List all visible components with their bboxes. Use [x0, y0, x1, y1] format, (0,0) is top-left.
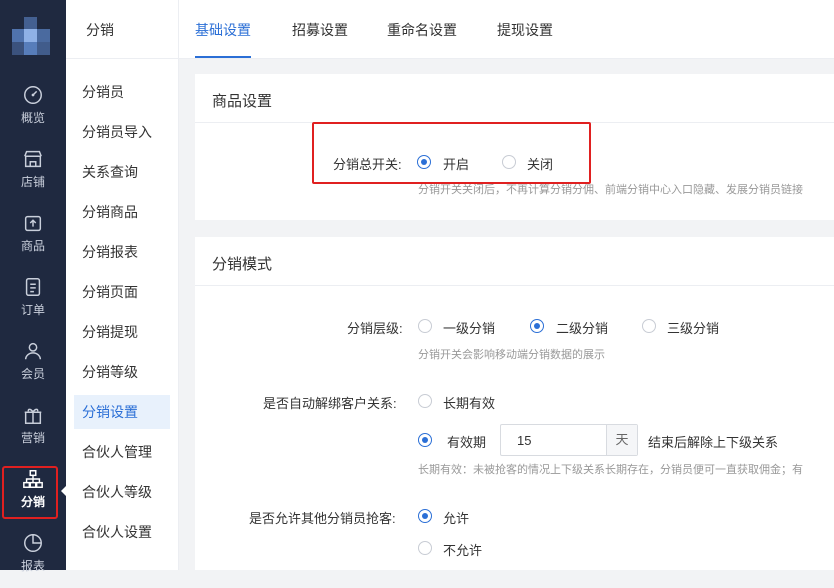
rail-item-overview[interactable]: 概览 — [0, 84, 66, 140]
submenu-item[interactable]: 分销员导入 — [74, 115, 170, 149]
submenu-item[interactable]: 分销报表 — [74, 235, 170, 269]
order-icon — [25, 278, 41, 296]
submenu-item[interactable]: 分销等级 — [74, 355, 170, 389]
tab-withdraw-settings[interactable]: 提现设置 — [497, 20, 553, 40]
submenu-item[interactable]: 合伙人管理 — [74, 435, 170, 469]
tab-recruit-settings[interactable]: 招募设置 — [292, 20, 348, 40]
divider — [195, 285, 834, 286]
unbind-period-label[interactable]: 有效期 — [447, 432, 486, 451]
rail-item-goods[interactable]: 商品 — [0, 212, 66, 268]
report-icon — [24, 534, 42, 552]
rail-label: 概览 — [20, 111, 45, 125]
unbind-label: 是否自动解绑客户关系: — [263, 396, 397, 411]
rail-label: 店铺 — [20, 175, 45, 189]
rail-label: 营销 — [20, 431, 45, 445]
dashboard-icon — [24, 86, 42, 104]
submenu-item[interactable]: 合伙人等级 — [74, 475, 170, 509]
member-icon — [24, 342, 42, 360]
grab-deny-radio[interactable] — [418, 541, 432, 555]
rail-item-member[interactable]: 会员 — [0, 340, 66, 396]
active-tab-underline — [195, 56, 251, 58]
gift-icon — [24, 408, 42, 424]
grab-deny-label[interactable]: 不允许 — [443, 540, 482, 559]
submenu: 分销 分销员 分销员导入 关系查询 分销商品 分销报表 分销页面 分销提现 分销… — [66, 0, 179, 570]
grab-allow-label[interactable]: 允许 — [443, 508, 469, 527]
store-icon — [24, 150, 42, 168]
goods-icon — [24, 215, 42, 232]
level-1-radio[interactable] — [418, 319, 432, 333]
submenu-item[interactable]: 分销提现 — [74, 315, 170, 349]
rail-label: 会员 — [20, 367, 45, 381]
grab-label: 是否允许其他分销员抢客: — [249, 511, 396, 526]
submenu-title: 分销 — [86, 22, 114, 38]
period-days-input[interactable]: 15 天 — [500, 424, 638, 456]
unbind-hint: 长期有效：未被抢客的情况上下级关系长期存在，分销员便可一直获取佣金；有 — [418, 464, 803, 476]
level-2-radio[interactable] — [530, 319, 544, 333]
section-title: 分销模式 — [212, 256, 273, 273]
submenu-item[interactable]: 分销商品 — [74, 195, 170, 229]
rail-highlight-box — [2, 466, 58, 519]
level-label: 分销层级: — [347, 321, 403, 336]
submenu-item[interactable]: 分销页面 — [74, 275, 170, 309]
app-logo[interactable] — [12, 17, 50, 55]
level-3-radio[interactable] — [642, 319, 656, 333]
level-2-label[interactable]: 二级分销 — [556, 318, 608, 337]
submenu-item[interactable]: 关系查询 — [74, 155, 170, 189]
unbind-long-radio[interactable] — [418, 394, 432, 408]
divider — [66, 58, 178, 59]
rail-item-store[interactable]: 店铺 — [0, 148, 66, 204]
tab-basic-settings[interactable]: 基础设置 — [195, 20, 251, 40]
main-nav-rail: 概览 店铺 商品 订单 会员 营销 分销 报表 — [0, 0, 67, 573]
rail-label: 报表 — [20, 559, 45, 573]
tab-rename-settings[interactable]: 重命名设置 — [387, 20, 457, 40]
unbind-long-label[interactable]: 长期有效 — [443, 393, 495, 412]
rail-item-order[interactable]: 订单 — [0, 276, 66, 332]
submenu-item-active[interactable]: 分销设置 — [74, 395, 170, 429]
rail-item-report[interactable]: 报表 — [0, 532, 66, 588]
period-suffix: 结束后解除上下级关系 — [648, 435, 779, 450]
section-title: 商品设置 — [212, 93, 273, 110]
rail-label: 订单 — [20, 303, 45, 317]
period-days-value[interactable]: 15 — [517, 433, 531, 448]
rail-item-marketing[interactable]: 营销 — [0, 404, 66, 460]
unbind-period-radio[interactable] — [418, 433, 432, 447]
level-3-label[interactable]: 三级分销 — [667, 318, 719, 337]
submenu-item[interactable]: 分销员 — [74, 75, 170, 109]
switch-highlight-box — [312, 122, 591, 184]
level-hint: 分销开关会影响移动端分销数据的展示 — [418, 349, 605, 361]
period-unit: 天 — [606, 425, 637, 455]
level-1-label[interactable]: 一级分销 — [443, 318, 495, 337]
rail-label: 商品 — [20, 239, 45, 253]
submenu-item[interactable]: 合伙人设置 — [74, 515, 170, 549]
grab-allow-radio[interactable] — [418, 509, 432, 523]
